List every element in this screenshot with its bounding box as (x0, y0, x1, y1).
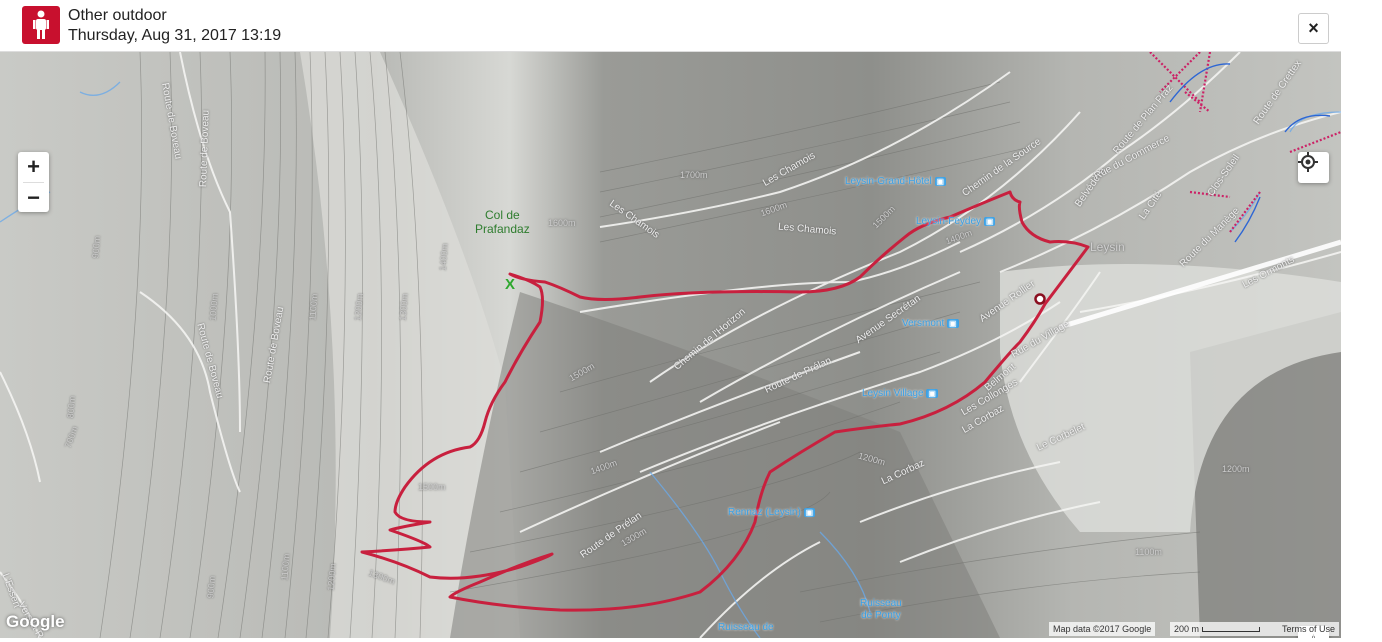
elevation-label: 1100m (1135, 547, 1162, 557)
map-canvas[interactable]: Col de Prafandaz X Route de Boveau Route… (0, 52, 1341, 638)
crosshair-icon (1298, 152, 1318, 172)
elevation-label: 1200m (1222, 464, 1250, 474)
elevation-label: 1500m (418, 482, 446, 492)
scale-bar: 200 m (1170, 622, 1278, 636)
zoom-in-button[interactable]: + (18, 152, 49, 182)
end-marker (1034, 293, 1046, 305)
stream-label: Ruisseau de Ponty (860, 598, 902, 621)
bus-icon: ▣ (947, 319, 959, 328)
bus-icon: ▣ (934, 177, 947, 186)
hiker-icon (22, 6, 60, 44)
zoom-out-button[interactable]: − (18, 183, 49, 213)
locate-button[interactable] (1298, 152, 1329, 183)
station-versmont[interactable]: Versmont ▣ (902, 318, 959, 329)
station-grand-hotel[interactable]: Leysin-Grand-Hôtel ▣ (845, 176, 947, 187)
station-leysin-village[interactable]: Leysin Village ▣ (862, 388, 938, 399)
scale-line (1201, 627, 1260, 633)
activity-datetime: Thursday, Aug 31, 2017 13:19 (68, 27, 282, 44)
elevation-label: 900m (205, 575, 218, 599)
terms-link[interactable]: Terms of Use (1278, 622, 1340, 636)
elevation-label: 1700m (680, 170, 708, 180)
station-rennaz[interactable]: Rennaz (Leysin) ▣ (728, 507, 816, 518)
zoom-control: + − (18, 152, 49, 212)
bus-icon: ▣ (983, 217, 996, 226)
activity-header: Other outdoor Thursday, Aug 31, 2017 13:… (0, 0, 1341, 52)
start-marker: X (505, 276, 516, 293)
pass-label: Col de Prafandaz (475, 208, 530, 236)
bus-icon: ▣ (926, 389, 938, 398)
activity-type: Other outdoor (68, 7, 167, 24)
stream-label: Ruisseau de (718, 622, 774, 633)
elevation-label: 1600m (548, 218, 576, 228)
town-label: Leysin (1090, 240, 1125, 254)
close-button[interactable]: × (1298, 13, 1329, 44)
station-feydey[interactable]: Leysin-Feydey ▣ (916, 216, 996, 227)
elevation-label: 800m (65, 395, 78, 419)
bus-icon: ▣ (803, 508, 816, 517)
elevation-label: 900m (90, 235, 103, 259)
google-logo: Google (6, 612, 65, 631)
map-attribution: Map data ©2017 Google (1049, 622, 1156, 636)
